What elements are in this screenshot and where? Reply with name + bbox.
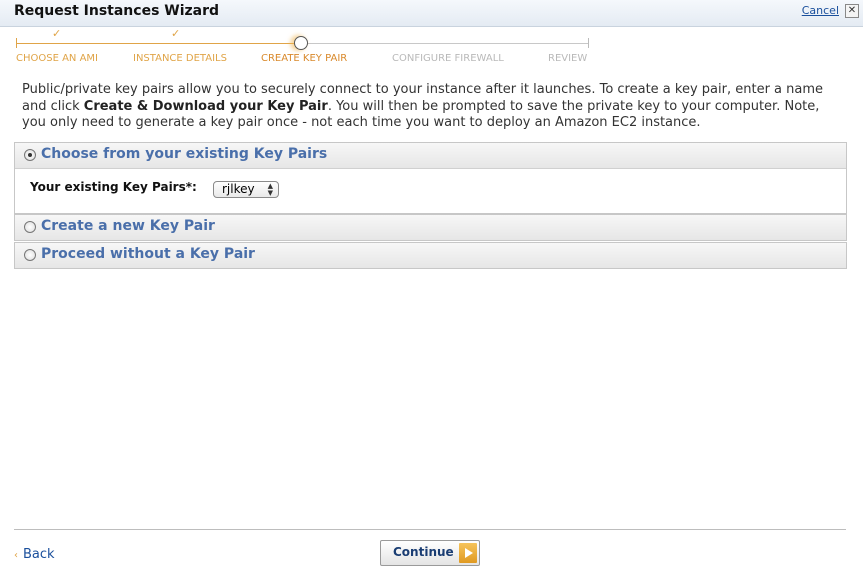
- option-create-new-title: Create a new Key Pair: [41, 218, 215, 234]
- continue-label: Continue: [393, 545, 454, 559]
- back-link[interactable]: ‹ Back: [14, 547, 55, 562]
- step-1-check-icon: ✓: [52, 27, 62, 40]
- panel-proceed-without-key-pair: Proceed without a Key Pair: [14, 242, 847, 269]
- back-label: Back: [23, 547, 55, 562]
- description-bold: Create & Download your Key Pair: [83, 98, 328, 114]
- step-2-check-icon: ✓: [171, 27, 181, 40]
- option-existing-key-pairs[interactable]: Choose from your existing Key Pairs: [15, 143, 846, 169]
- steps-remaining-line: [308, 43, 589, 44]
- radio-create-new-key-pair[interactable]: [24, 221, 36, 233]
- step-choose-ami: CHOOSE AN AMI: [16, 53, 99, 64]
- current-step-icon: [294, 36, 308, 50]
- option-proceed-without-key-pair[interactable]: Proceed without a Key Pair: [15, 243, 846, 268]
- wizard-steps: ✓ ✓ CHOOSE AN AMI INSTANCE DETAILS CREAT…: [0, 27, 863, 68]
- cancel-link[interactable]: Cancel: [802, 4, 839, 17]
- wizard-header: Request Instances Wizard Cancel ✕: [0, 0, 863, 27]
- step-instance-details: INSTANCE DETAILS: [133, 53, 227, 64]
- key-pair-select-value: rjlkey: [222, 182, 255, 196]
- option-existing-title: Choose from your existing Key Pairs: [41, 146, 328, 162]
- existing-key-pairs-body: Your existing Key Pairs*: rjlkey ▲ ▼: [15, 169, 846, 213]
- existing-key-pairs-label: Your existing Key Pairs*:: [30, 180, 197, 194]
- close-icon[interactable]: ✕: [845, 4, 859, 18]
- back-chevron-icon: ‹: [14, 550, 18, 561]
- option-proceed-without-title: Proceed without a Key Pair: [41, 246, 255, 262]
- step-review: REVIEW: [548, 53, 588, 64]
- key-pair-description: Public/private key pairs allow you to se…: [22, 82, 847, 132]
- continue-button[interactable]: Continue: [380, 540, 480, 566]
- option-create-new-key-pair[interactable]: Create a new Key Pair: [15, 215, 846, 240]
- continue-arrow-icon: [459, 543, 477, 563]
- radio-proceed-without-key-pair[interactable]: [24, 249, 36, 261]
- steps-progress-line: [16, 43, 294, 44]
- panel-existing-key-pairs: Choose from your existing Key Pairs Your…: [14, 142, 847, 214]
- step-configure-firewall: CONFIGURE FIREWALL: [392, 53, 504, 64]
- steps-end-tick: [588, 38, 589, 48]
- wizard-title: Request Instances Wizard: [14, 3, 220, 19]
- key-pair-select[interactable]: rjlkey ▲ ▼: [213, 181, 279, 198]
- radio-existing-key-pairs[interactable]: [24, 149, 36, 161]
- select-arrows-icon: ▲ ▼: [267, 182, 273, 197]
- step-create-key-pair: CREATE KEY PAIR: [261, 53, 348, 64]
- panel-create-new-key-pair: Create a new Key Pair: [14, 214, 847, 241]
- footer-divider: [14, 529, 846, 530]
